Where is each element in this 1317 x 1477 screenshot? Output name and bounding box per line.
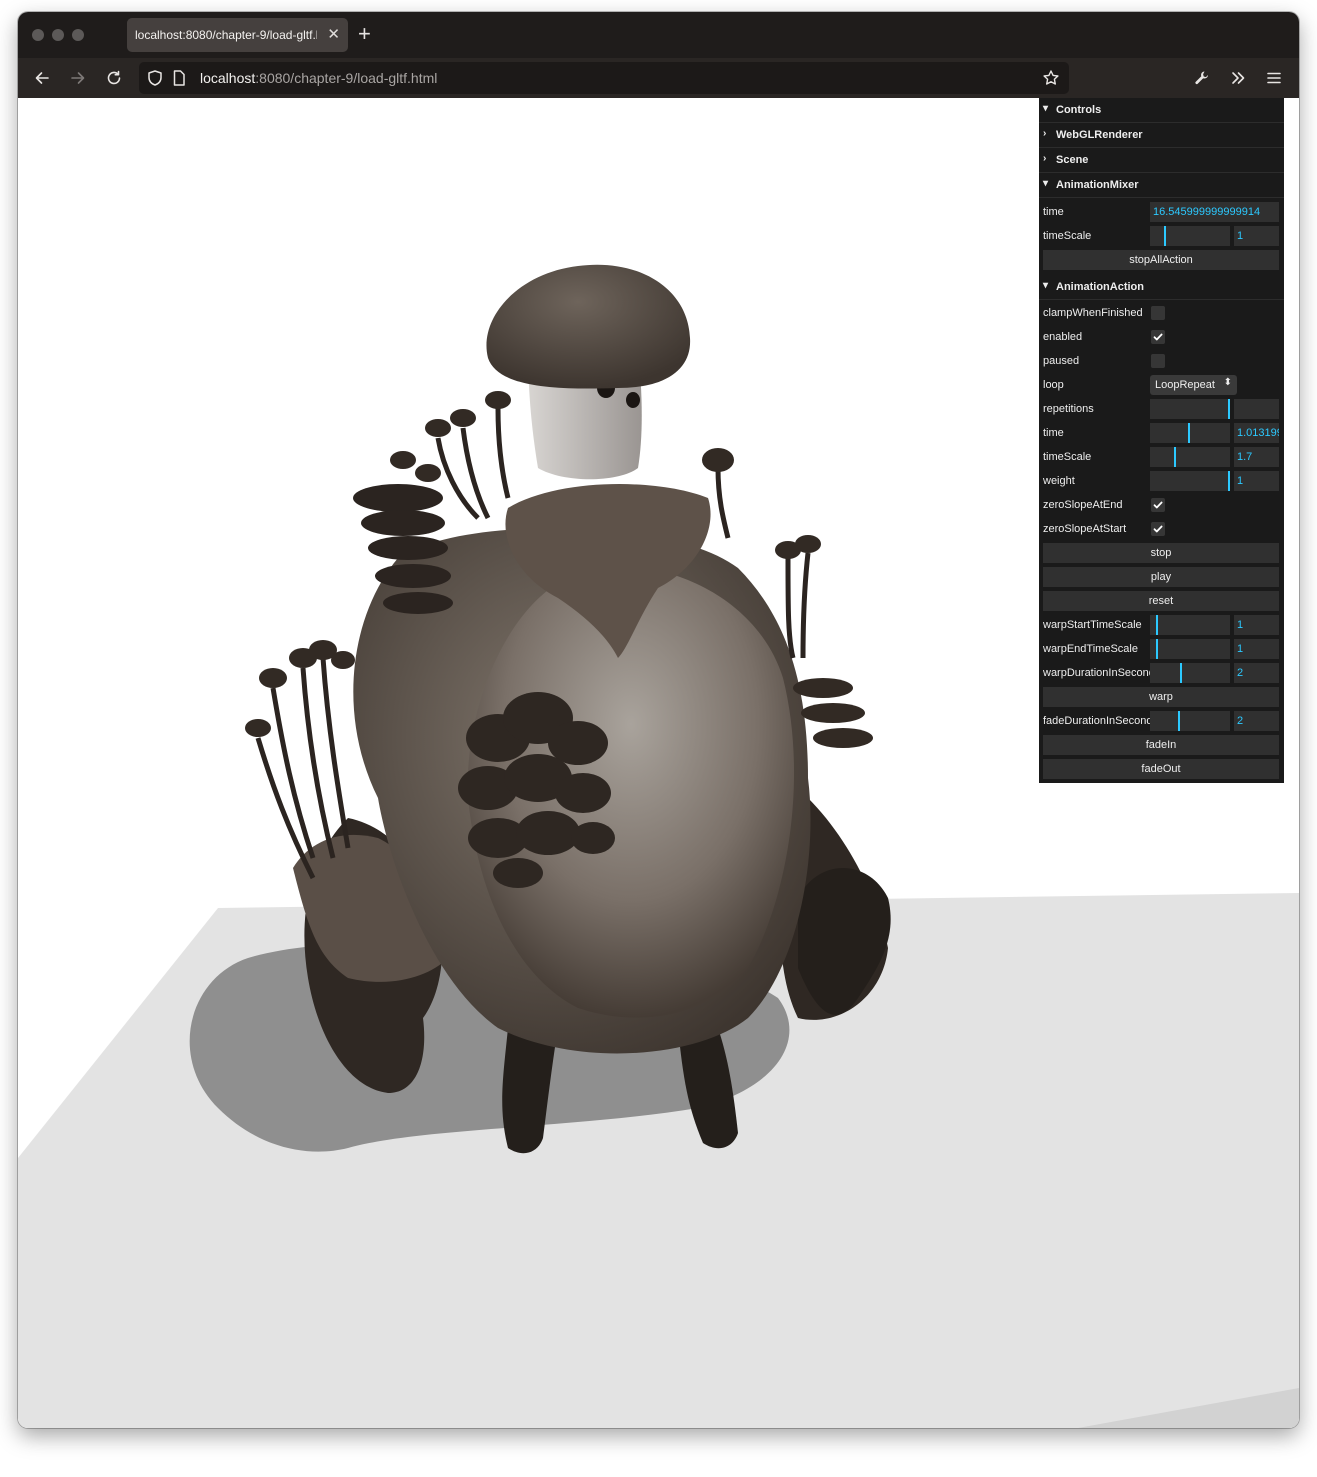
address-bar[interactable]: localhost:8080/chapter-9/load-gltf.html (139, 62, 1069, 94)
clamp-when-finished-checkbox[interactable] (1151, 306, 1165, 320)
reset-row: reset (1039, 589, 1284, 613)
fade-out-button[interactable]: fadeOut (1043, 759, 1279, 779)
weight-row: weight 1 (1039, 469, 1284, 493)
minimize-window-button[interactable] (52, 29, 64, 41)
repetitions-row: repetitions (1039, 397, 1284, 421)
stop-row: stop (1039, 541, 1284, 565)
weight-slider[interactable] (1150, 471, 1230, 491)
paused-row: paused (1039, 349, 1284, 373)
warp-end-slider[interactable] (1150, 639, 1230, 659)
stop-all-action-button[interactable]: stopAllAction (1043, 250, 1279, 270)
mixer-time-input[interactable]: 16.545999999999914 (1150, 202, 1279, 222)
forward-arrow-icon[interactable] (66, 66, 90, 90)
loop-row: loop LoopRepeat ⬍ (1039, 373, 1284, 397)
action-time-input[interactable]: 1.013199 (1234, 423, 1279, 443)
reload-icon[interactable] (102, 66, 126, 90)
mixer-time-row: time 16.545999999999914 (1039, 200, 1284, 224)
enabled-checkbox[interactable] (1151, 330, 1165, 344)
repetitions-slider[interactable] (1150, 399, 1230, 419)
warp-button[interactable]: warp (1043, 687, 1279, 707)
checkmark-icon (1153, 501, 1163, 509)
browser-tab[interactable]: localhost:8080/chapter-9/load-gltf.html … (127, 18, 348, 52)
back-arrow-icon[interactable] (30, 66, 54, 90)
zero-slope-start-row: zeroSlopeAtStart (1039, 517, 1284, 541)
webgl-canvas[interactable]: ▾ Controls › WebGLRenderer › Scene ▾ Ani… (18, 98, 1299, 1428)
checkmark-icon (1153, 525, 1163, 533)
paused-checkbox[interactable] (1151, 354, 1165, 368)
fade-duration-slider[interactable] (1150, 711, 1230, 731)
folder-animationmixer[interactable]: ▾ AnimationMixer (1039, 173, 1284, 198)
warp-duration-slider[interactable] (1150, 663, 1230, 683)
chevron-down-icon: ▾ (1043, 103, 1049, 114)
navigation-bar: localhost:8080/chapter-9/load-gltf.html (18, 58, 1299, 98)
url-text[interactable]: localhost:8080/chapter-9/load-gltf.html (200, 70, 437, 86)
action-timescale-row: timeScale 1.7 (1039, 445, 1284, 469)
head-cap (486, 264, 691, 389)
chevron-right-icon: › (1043, 128, 1047, 139)
weight-input[interactable]: 1 (1234, 471, 1279, 491)
checkmark-icon (1153, 333, 1163, 341)
fade-out-row: fadeOut (1039, 757, 1284, 781)
new-tab-button[interactable]: + (358, 21, 371, 47)
page-icon (167, 66, 191, 90)
zoom-window-button[interactable] (72, 29, 84, 41)
loop-select[interactable]: LoopRepeat ⬍ (1150, 375, 1237, 395)
chevron-right-icon: › (1043, 153, 1047, 164)
play-button[interactable]: play (1043, 567, 1279, 587)
stop-button[interactable]: stop (1043, 543, 1279, 563)
action-timescale-slider[interactable] (1150, 447, 1230, 467)
warp-start-row: warpStartTimeScale 1 (1039, 613, 1284, 637)
chevron-double-right-icon[interactable] (1226, 66, 1250, 90)
action-time-slider[interactable] (1150, 423, 1230, 443)
title-bar: localhost:8080/chapter-9/load-gltf.html … (18, 12, 1299, 58)
wrench-icon[interactable] (1190, 66, 1214, 90)
hamburger-menu-icon[interactable] (1262, 66, 1286, 90)
fade-duration-row: fadeDurationInSeconds 2 (1039, 709, 1284, 733)
updown-arrow-icon: ⬍ (1223, 377, 1232, 388)
repetitions-input[interactable] (1234, 399, 1279, 419)
folder-webglrenderer[interactable]: › WebGLRenderer (1039, 123, 1284, 148)
warp-end-row: warpEndTimeScale 1 (1039, 637, 1284, 661)
mixer-timescale-input[interactable]: 1 (1234, 226, 1279, 246)
stop-all-action-row: stopAllAction (1039, 248, 1284, 272)
warp-start-input[interactable]: 1 (1234, 615, 1279, 635)
chevron-down-icon: ▾ (1043, 280, 1049, 291)
chevron-down-icon: ▾ (1043, 178, 1049, 189)
zero-slope-at-start-checkbox[interactable] (1151, 522, 1165, 536)
warp-duration-row: warpDurationInSeconds 2 (1039, 661, 1284, 685)
zero-slope-at-end-checkbox[interactable] (1151, 498, 1165, 512)
close-icon[interactable]: ✕ (327, 25, 340, 43)
reset-button[interactable]: reset (1043, 591, 1279, 611)
zero-slope-end-row: zeroSlopeAtEnd (1039, 493, 1284, 517)
mixer-timescale-slider[interactable] (1150, 226, 1230, 246)
warp-duration-input[interactable]: 2 (1234, 663, 1279, 683)
action-time-row: time 1.013199 (1039, 421, 1284, 445)
shield-icon[interactable] (143, 66, 167, 90)
action-timescale-input[interactable]: 1.7 (1234, 447, 1279, 467)
play-row: play (1039, 565, 1284, 589)
tab-title: localhost:8080/chapter-9/load-gltf.html (135, 28, 317, 42)
fade-in-button[interactable]: fadeIn (1043, 735, 1279, 755)
clamp-row: clampWhenFinished (1039, 301, 1284, 325)
folder-scene[interactable]: › Scene (1039, 148, 1284, 173)
controls-panel: ▾ Controls › WebGLRenderer › Scene ▾ Ani… (1039, 98, 1284, 783)
star-icon[interactable] (1039, 66, 1063, 90)
enabled-row: enabled (1039, 325, 1284, 349)
warp-row: warp (1039, 685, 1284, 709)
close-window-button[interactable] (32, 29, 44, 41)
shoulder-mushrooms-left (353, 484, 453, 614)
fade-in-row: fadeIn (1039, 733, 1284, 757)
browser-window: localhost:8080/chapter-9/load-gltf.html … (18, 12, 1299, 1428)
warp-end-input[interactable]: 1 (1234, 639, 1279, 659)
warp-start-slider[interactable] (1150, 615, 1230, 635)
mixer-timescale-row: timeScale 1 (1039, 224, 1284, 248)
eye-right (626, 392, 640, 408)
fade-duration-input[interactable]: 2 (1234, 711, 1279, 731)
controls-header[interactable]: ▾ Controls (1039, 98, 1284, 123)
folder-animationaction[interactable]: ▾ AnimationAction (1039, 275, 1284, 300)
